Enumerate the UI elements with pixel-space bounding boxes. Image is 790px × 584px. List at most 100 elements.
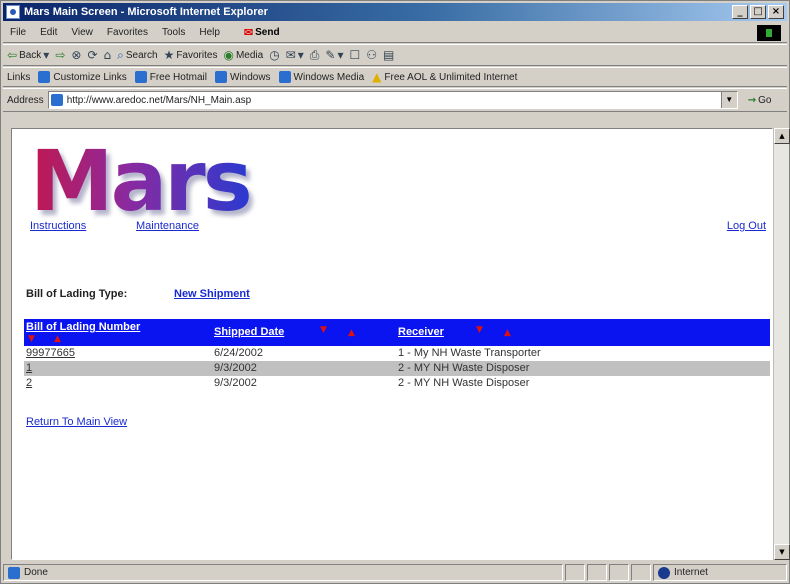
ie-page-icon	[38, 71, 51, 83]
zone-text: Internet	[674, 567, 708, 578]
link-windows[interactable]: Windows	[214, 71, 271, 83]
table-row: 99977665 6/24/2002 1 - My NH Waste Trans…	[24, 346, 770, 361]
link-windows-media[interactable]: Windows Media	[278, 71, 365, 83]
favorites-label: Favorites	[176, 49, 218, 61]
sort-asc-icon[interactable]: ▲	[504, 328, 511, 338]
messenger-button[interactable]: ⚇	[366, 48, 377, 62]
back-button[interactable]: ⇦ Back ▾	[7, 48, 49, 62]
mail-button[interactable]: ✉ ▾	[286, 48, 304, 62]
links-bar: Links Customize Links Free Hotmail Windo…	[3, 67, 787, 87]
ie-page-icon	[134, 71, 147, 83]
status-panel	[565, 564, 585, 581]
maintenance-link[interactable]: Maintenance	[136, 220, 199, 232]
refresh-icon: ⟳	[87, 48, 98, 62]
header-receiver[interactable]: Receiver	[398, 326, 444, 338]
shipped-date-cell: 9/3/2002	[214, 377, 257, 389]
menu-bar: File Edit View Favorites Tools Help ✉ Se…	[3, 23, 787, 43]
vertical-scrollbar[interactable]: ▲ ▼	[773, 128, 790, 560]
sort-asc-icon[interactable]: ▲	[54, 334, 61, 344]
back-label: Back	[19, 49, 42, 61]
mars-logo: Mars	[30, 132, 253, 230]
bol-type-link[interactable]: New Shipment	[174, 288, 250, 300]
status-panel	[609, 564, 629, 581]
menu-favorites[interactable]: Favorites	[100, 27, 155, 38]
refresh-button[interactable]: ⟳	[87, 48, 97, 62]
sort-desc-icon[interactable]: ▼	[476, 325, 483, 335]
receiver-cell: 2 - MY NH Waste Disposer	[398, 377, 530, 389]
scroll-up-icon[interactable]: ▲	[774, 128, 790, 144]
sort-desc-icon[interactable]: ▼	[28, 334, 35, 344]
address-url[interactable]: http://www.aredoc.net/Mars/NH_Main.asp	[67, 95, 721, 106]
close-button[interactable]: ×	[768, 5, 784, 19]
bol-type-label: Bill of Lading Type:	[26, 288, 128, 300]
menu-edit[interactable]: Edit	[33, 27, 64, 38]
page-content: Mars Instructions Maintenance Log Out Bi…	[11, 128, 773, 560]
table-row: 2 9/3/2002 2 - MY NH Waste Disposer	[24, 376, 770, 391]
ie-icon	[6, 5, 20, 19]
print-button[interactable]: ⎙	[310, 48, 320, 63]
ie-page-icon	[278, 71, 291, 83]
bol-number-link[interactable]: 99977665	[26, 347, 75, 359]
edit-icon: ✎	[325, 48, 336, 62]
mail-icon: ✉	[285, 48, 296, 62]
maximize-button[interactable]: □	[750, 5, 766, 19]
logout-link[interactable]: Log Out	[727, 220, 766, 232]
minimize-button[interactable]: _	[732, 5, 748, 19]
status-bar: Done Internet	[3, 563, 787, 582]
menu-view[interactable]: View	[64, 27, 100, 38]
aol-triangle-icon: ▲	[372, 70, 382, 84]
link-free-aol[interactable]: ▲ Free AOL & Unlimited Internet	[372, 70, 517, 84]
menu-file[interactable]: File	[3, 27, 33, 38]
back-arrow-icon: ⇦	[7, 48, 18, 62]
caption-buttons: _ □ ×	[732, 5, 784, 19]
address-input[interactable]: http://www.aredoc.net/Mars/NH_Main.asp ▼	[47, 91, 738, 109]
bol-number-link[interactable]: 2	[26, 377, 32, 389]
history-button[interactable]: ◷	[269, 48, 279, 62]
chevron-down-icon[interactable]: ▼	[720, 92, 737, 108]
discuss-button[interactable]: ☐	[349, 48, 360, 62]
research-button[interactable]: ▤	[383, 48, 394, 62]
header-shipped-date[interactable]: Shipped Date	[214, 326, 284, 338]
forward-arrow-icon: ⇨	[55, 48, 66, 62]
print-icon: ⎙	[309, 47, 320, 62]
window-title: Mars Main Screen - Microsoft Internet Ex…	[24, 6, 268, 18]
instructions-link[interactable]: Instructions	[30, 220, 86, 232]
address-bar: Address http://www.aredoc.net/Mars/NH_Ma…	[3, 88, 787, 112]
search-label: Search	[125, 49, 158, 61]
shipped-date-cell: 6/24/2002	[214, 347, 263, 359]
research-icon: ▤	[383, 48, 395, 62]
link-label: Free AOL & Unlimited Internet	[384, 71, 518, 83]
sort-asc-icon[interactable]: ▲	[348, 328, 355, 338]
go-button[interactable]: → Go	[748, 95, 772, 106]
receiver-cell: 2 - MY NH Waste Disposer	[398, 362, 530, 374]
search-button[interactable]: ⌕ Search	[117, 48, 157, 63]
favorites-button[interactable]: ★ Favorites	[164, 48, 218, 62]
title-bar: Mars Main Screen - Microsoft Internet Ex…	[3, 3, 787, 21]
ie-page-icon	[214, 71, 227, 83]
link-customize-links[interactable]: Customize Links	[38, 71, 127, 83]
chevron-down-icon: ▾	[43, 48, 50, 62]
go-label: Go	[758, 94, 772, 106]
edit-button[interactable]: ✎ ▾	[325, 48, 343, 62]
shipped-date-cell: 9/3/2002	[214, 362, 257, 374]
link-label: Windows Media	[293, 71, 365, 83]
history-icon: ◷	[269, 48, 280, 62]
search-icon: ⌕	[117, 47, 124, 62]
media-button[interactable]: ◉ Media	[223, 48, 263, 62]
globe-icon	[658, 566, 670, 579]
menu-help[interactable]: Help	[192, 27, 227, 38]
return-to-main-link[interactable]: Return To Main View	[26, 416, 127, 428]
messenger-icon: ⚇	[366, 48, 377, 62]
home-button[interactable]: ⌂	[104, 48, 112, 62]
menu-tools[interactable]: Tools	[155, 27, 192, 38]
bol-table: Bill of Lading Number ▼ ▲ Shipped Date ▼…	[24, 319, 770, 391]
header-bol-number[interactable]: Bill of Lading Number	[26, 321, 140, 333]
sort-desc-icon[interactable]: ▼	[320, 325, 327, 335]
stop-button[interactable]: ⊗	[71, 48, 81, 62]
send-icon: ✉	[243, 27, 254, 39]
scroll-down-icon[interactable]: ▼	[774, 544, 790, 560]
send-button[interactable]: ✉ Send	[237, 26, 287, 39]
forward-button[interactable]: ⇨	[55, 48, 65, 62]
bol-number-link[interactable]: 1	[26, 362, 32, 374]
link-free-hotmail[interactable]: Free Hotmail	[134, 71, 207, 83]
